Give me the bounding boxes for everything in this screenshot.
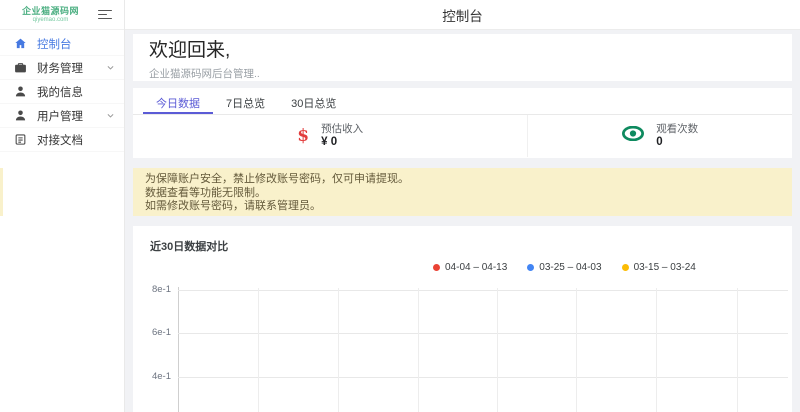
logo-domain: qiyemao.com <box>32 16 69 23</box>
tabbar: 今日数据 7日总览 30日总览 <box>133 88 792 115</box>
legend-dot-blue <box>527 264 535 271</box>
chevron-down-icon <box>106 63 115 72</box>
legend-label: 04-04 – 04-13 <box>445 262 508 273</box>
main-area: 控制台 欢迎回来, 企业猫源码网后台管理.. 今日数据 7日总览 30日总览 $… <box>125 0 800 412</box>
gridline-vertical <box>338 288 339 412</box>
sidebar-item-docs[interactable]: 对接文档 <box>0 128 124 152</box>
y-axis-tick: 8e-1 <box>151 284 171 295</box>
legend-label: 03-15 – 03-24 <box>633 262 696 273</box>
sidebar-collapse-button[interactable] <box>98 9 113 20</box>
gridline-vertical <box>497 288 498 412</box>
briefcase-icon <box>14 61 27 74</box>
gridline-horizontal <box>178 333 788 334</box>
sidebar-item-finance[interactable]: 财务管理 <box>0 56 124 80</box>
legend-item-series3: 03-15 – 03-24 <box>621 262 696 273</box>
home-icon <box>14 37 27 50</box>
gridline-horizontal <box>178 377 788 378</box>
notice-line: 为保障账户安全，禁止修改账号密码，仅可申请提现。 <box>145 173 409 185</box>
sidebar-item-label: 我的信息 <box>37 86 83 99</box>
sidebar-item-label: 财务管理 <box>37 62 83 75</box>
legend-item-series2: 03-25 – 04-03 <box>527 262 602 273</box>
chart-title: 近30日数据对比 <box>150 241 229 253</box>
sidebar-nav: 控制台 财务管理 我的信息 用户管理 对接文档 <box>0 30 124 152</box>
user-icon <box>14 85 27 98</box>
gridline-vertical <box>656 288 657 412</box>
app-window: 企业猫源码网 qiyemao.com 控制台 财务管理 我的信息 用户管理 对接… <box>0 0 800 412</box>
gridline-vertical <box>737 288 738 412</box>
top-header: 控制台 <box>125 0 800 30</box>
y-axis-tick: 6e-1 <box>151 327 171 338</box>
y-axis-tick: 4e-1 <box>151 371 171 382</box>
gridline-vertical <box>258 288 259 412</box>
chevron-down-icon <box>106 111 115 120</box>
logo: 企业猫源码网 qiyemao.com <box>22 5 80 23</box>
stat-estimated-income: $ 预估收入 ¥ 0 <box>133 115 529 157</box>
tab-7day-overview[interactable]: 7日总览 <box>213 88 278 114</box>
gridline-vertical <box>576 288 577 412</box>
document-icon <box>14 133 27 146</box>
eye-icon <box>622 125 645 146</box>
y-axis-line <box>178 287 179 412</box>
legend-dot-red <box>433 264 440 271</box>
logo-row: 企业猫源码网 qiyemao.com <box>0 0 124 30</box>
stat-label: 预估收入 <box>321 123 364 135</box>
stat-label: 观看次数 <box>656 123 699 135</box>
logo-text: 企业猫源码网 <box>22 5 80 16</box>
tab-30day-overview[interactable]: 30日总览 <box>278 88 349 114</box>
legend-dot-yellow <box>621 264 629 271</box>
chart-card: 近30日数据对比 04-04 – 04-13 03-25 – 04-03 03-… <box>133 226 792 412</box>
stat-view-count: 观看次数 0 <box>528 115 792 157</box>
sidebar-item-label: 用户管理 <box>37 110 83 123</box>
stat-value: 0 <box>656 136 663 148</box>
notice-line: 数据查看等功能无限制。 <box>145 186 266 199</box>
page-title: 控制台 <box>442 8 483 24</box>
gridline-horizontal <box>178 290 788 291</box>
sidebar-item-console[interactable]: 控制台 <box>0 32 124 56</box>
gridline-vertical <box>418 288 419 412</box>
chart-legend: 04-04 – 04-13 03-25 – 04-03 03-15 – 03-2… <box>433 262 696 273</box>
sidebar-item-user-management[interactable]: 用户管理 <box>0 104 124 128</box>
users-icon <box>14 109 27 122</box>
sidebar: 企业猫源码网 qiyemao.com 控制台 财务管理 我的信息 用户管理 对接… <box>0 0 125 412</box>
stats-row: $ 预估收入 ¥ 0 观看次数 0 <box>133 115 792 157</box>
legend-item-series1: 04-04 – 04-13 <box>433 262 507 273</box>
sidebar-item-label: 控制台 <box>37 38 72 51</box>
welcome-card: 欢迎回来, 企业猫源码网后台管理.. <box>133 34 792 81</box>
dollar-icon: $ <box>297 125 310 146</box>
stat-value: ¥ 0 <box>321 136 338 148</box>
sidebar-item-label: 对接文档 <box>37 134 83 147</box>
welcome-heading: 欢迎回来, <box>149 40 231 61</box>
tabs-stats-card: 今日数据 7日总览 30日总览 $ 预估收入 ¥ 0 观看次数 0 <box>133 88 792 158</box>
security-notice: 为保障账户安全，禁止修改账号密码，仅可申请提现。 数据查看等功能无限制。 如需修… <box>133 168 792 216</box>
tab-today-data[interactable]: 今日数据 <box>143 88 213 114</box>
notice-line: 如需修改账号密码，请联系管理员。 <box>145 200 321 212</box>
welcome-subtitle: 企业猫源码网后台管理.. <box>149 68 260 80</box>
legend-label: 03-25 – 04-03 <box>539 262 602 273</box>
sidebar-item-my-info[interactable]: 我的信息 <box>0 80 124 104</box>
notice-edge-sliver <box>0 168 3 216</box>
content: 欢迎回来, 企业猫源码网后台管理.. 今日数据 7日总览 30日总览 $ 预估收… <box>125 30 800 412</box>
